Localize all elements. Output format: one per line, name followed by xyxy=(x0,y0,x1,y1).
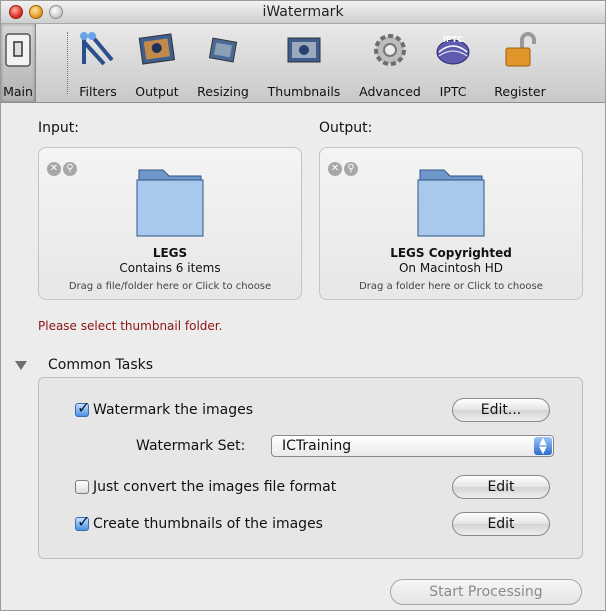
toolbar-separator xyxy=(67,32,68,94)
convert-format-row: Just convert the images file format xyxy=(75,479,336,495)
folder-icon xyxy=(417,169,485,237)
toolbar-main[interactable]: Main xyxy=(1,24,36,102)
watermark-images-label[interactable]: Watermark the images xyxy=(93,402,253,418)
folder-icon xyxy=(136,169,204,237)
input-drop-area[interactable]: ✕ ⚲ LEGS Contains 6 items Drag a file/fol… xyxy=(38,147,302,300)
output-folder-name: LEGS Copyrighted xyxy=(390,246,512,260)
iwatermark-window: iWatermark Main Filters Output Resizing … xyxy=(0,0,606,611)
toolbar-label: Register xyxy=(494,84,546,99)
watermark-set-select[interactable]: ICTraining ▲ ▼ xyxy=(271,435,554,457)
disclosure-triangle-icon[interactable] xyxy=(15,361,27,370)
gear-icon xyxy=(374,34,406,66)
create-thumbnails-row: ✓ Create thumbnails of the images xyxy=(75,512,323,532)
window-title: iWatermark xyxy=(262,4,344,20)
thumbnails-icon xyxy=(287,37,321,63)
reveal-icon[interactable]: ⚲ xyxy=(63,162,77,176)
watermark-images-checkbox[interactable]: ✓ xyxy=(75,398,90,417)
common-tasks-title: Common Tasks xyxy=(48,357,154,373)
clear-icon[interactable]: ✕ xyxy=(328,162,342,176)
input-folder-info: Contains 6 items xyxy=(119,261,221,275)
watermark-set-value: ICTraining xyxy=(282,438,352,454)
toolbar-label: Advanced xyxy=(359,84,421,99)
toolbar-register[interactable]: Register xyxy=(479,24,561,102)
iptc-icon: IPTC xyxy=(436,35,470,65)
input-label: Input: xyxy=(38,120,79,136)
toolbar: Main Filters Output Resizing Thumbnails … xyxy=(1,24,605,103)
create-thumbnails-label[interactable]: Create thumbnails of the images xyxy=(93,516,323,532)
output-drop-area[interactable]: ✕ ⚲ LEGS Copyrighted On Macintosh HD Drag… xyxy=(319,147,583,300)
output-hint: Drag a folder here or Click to choose xyxy=(359,281,543,292)
convert-format-label[interactable]: Just convert the images file format xyxy=(93,479,336,495)
lock-icon xyxy=(505,32,536,67)
title-bar: iWatermark xyxy=(1,1,605,24)
convert-edit-button[interactable]: Edit xyxy=(452,475,550,499)
warning-message: Please select thumbnail folder. xyxy=(38,319,223,333)
watermark-images-row: ✓ Watermark the images xyxy=(75,398,253,418)
toolbar-label: Resizing xyxy=(197,84,249,99)
toolbar-filters[interactable]: Filters xyxy=(71,24,125,102)
create-thumbnails-checkbox[interactable]: ✓ xyxy=(75,512,90,531)
input-hint: Drag a file/folder here or Click to choo… xyxy=(68,281,272,292)
convert-format-checkbox[interactable] xyxy=(75,480,89,494)
output-photo-icon xyxy=(138,33,176,65)
toolbar-label: Thumbnails xyxy=(267,84,341,99)
toolbar-label: Output xyxy=(135,84,179,99)
toolbar-resizing[interactable]: Resizing xyxy=(191,24,255,102)
filters-icon xyxy=(80,32,114,66)
toolbar-label: Main xyxy=(3,84,33,99)
popup-arrows-icon: ▲ ▼ xyxy=(534,437,552,456)
toolbar-advanced[interactable]: Advanced xyxy=(355,24,425,102)
reveal-icon[interactable]: ⚲ xyxy=(344,162,358,176)
toolbar-thumbnails[interactable]: Thumbnails xyxy=(263,24,345,102)
output-label: Output: xyxy=(319,120,373,136)
start-processing-button[interactable]: Start Processing xyxy=(390,579,582,605)
thumbnails-edit-button[interactable]: Edit xyxy=(452,512,550,536)
watermark-edit-button[interactable]: Edit... xyxy=(452,398,550,422)
toolbar-output[interactable]: Output xyxy=(129,24,185,102)
toolbar-label: IPTC xyxy=(439,84,467,99)
clear-icon[interactable]: ✕ xyxy=(47,162,61,176)
watermark-set-label: Watermark Set: xyxy=(136,438,246,454)
toolbar-label: Filters xyxy=(79,84,117,99)
resizing-icon xyxy=(208,37,238,63)
input-folder-name: LEGS xyxy=(152,246,188,260)
switch-icon xyxy=(5,33,31,67)
toolbar-iptc[interactable]: IPTC IPTC xyxy=(431,24,475,102)
output-folder-info: On Macintosh HD xyxy=(398,261,504,275)
iptc-badge-text: IPTC xyxy=(443,35,463,44)
